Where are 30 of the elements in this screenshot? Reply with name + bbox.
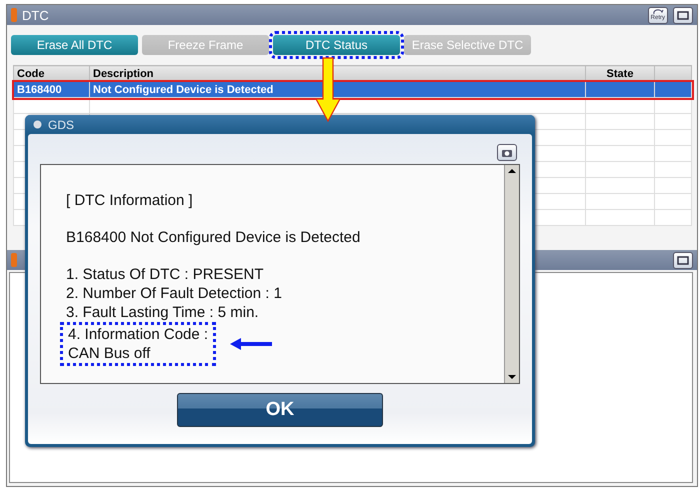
info-heading: [ DTC Information ] bbox=[66, 191, 194, 210]
action-button[interactable]: Erase All DTC bbox=[11, 35, 138, 55]
maximize-button[interactable] bbox=[673, 6, 693, 24]
window-icon bbox=[677, 10, 689, 20]
column-header: Code bbox=[14, 66, 90, 82]
window-icon bbox=[677, 256, 689, 264]
info-line: 2. Number Of Fault Detection : 1 bbox=[66, 284, 283, 303]
column-header: State bbox=[586, 66, 654, 82]
pointer-arrow bbox=[229, 337, 273, 351]
dialog-title: GDS bbox=[48, 118, 74, 132]
camera-button[interactable] bbox=[497, 144, 517, 161]
info-line: 4. Information Code : bbox=[68, 325, 208, 344]
pointer-arrow bbox=[315, 57, 341, 123]
info-line: 1. Status Of DTC : PRESENT bbox=[66, 265, 265, 284]
camera-icon bbox=[501, 148, 513, 158]
dtc-description: B168400 Not Configured Device is Detected bbox=[66, 228, 362, 247]
refresh-icon bbox=[652, 9, 664, 15]
info-line: CAN Bus off bbox=[68, 344, 152, 363]
circle-icon bbox=[33, 120, 42, 129]
scroll-bar[interactable] bbox=[504, 165, 519, 383]
plug-icon bbox=[11, 8, 17, 22]
action-button[interactable]: DTC Status bbox=[273, 35, 400, 55]
column-header: Description bbox=[90, 66, 586, 82]
window-title: DTC bbox=[22, 8, 50, 22]
table-cell: B168400 bbox=[14, 82, 90, 98]
info-line: 3. Fault Lasting Time : 5 min. bbox=[66, 303, 260, 322]
maximize-button[interactable] bbox=[673, 252, 693, 268]
table-row[interactable]: B168400 Not Configured Device is Detected bbox=[14, 82, 692, 98]
ok-button[interactable]: OK bbox=[177, 393, 383, 427]
plug-icon bbox=[11, 253, 17, 267]
